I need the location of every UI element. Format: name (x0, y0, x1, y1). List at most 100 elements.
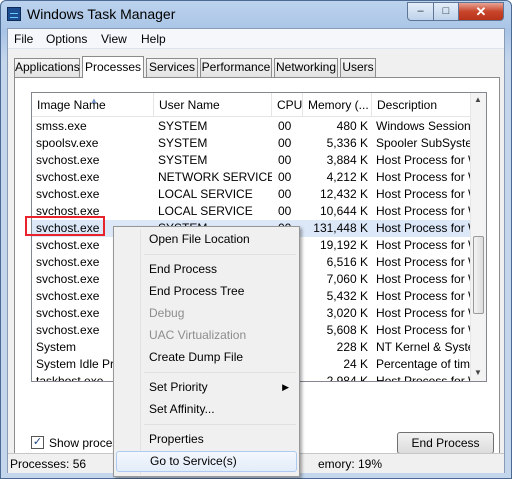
cell-mem: 5,608 K (326, 323, 368, 337)
cell-desc: Host Process for W (376, 238, 472, 252)
cell-mem: 6,516 K (326, 255, 368, 269)
cell-mem: 10,644 K (319, 204, 368, 218)
maximize-button[interactable]: □ (433, 2, 459, 21)
status-memory: emory: 19% (318, 457, 383, 471)
table-row[interactable]: spoolsv.exe SYSTEM 00 5,336 K Spooler SubSys… (32, 135, 472, 152)
menu-view[interactable]: View (101, 32, 127, 46)
cell-cpu: 00 (278, 119, 292, 133)
cell-image: spoolsv.exe (36, 136, 99, 150)
cell-user: LOCAL SERVICE (158, 187, 253, 201)
cell-image: svchost.exe (36, 170, 100, 184)
cell-user: SYSTEM (158, 136, 208, 150)
vertical-scrollbar[interactable]: ▲ ▼ (470, 93, 486, 381)
menu-properties[interactable]: Properties (116, 429, 297, 450)
table-row[interactable]: smss.exe SYSTEM 00 480 K Windows Session M (32, 118, 472, 135)
cell-desc: Host Process for W (376, 272, 472, 286)
cell-desc: Host Process for W (376, 255, 472, 269)
tab-strip: Applications Processes Services Performa… (14, 56, 494, 78)
column-memory[interactable]: Memory (... (303, 93, 372, 117)
menu-end-process-tree[interactable]: End Process Tree (116, 281, 297, 302)
cell-mem: 228 K (336, 340, 368, 354)
sort-ascending-icon: ▲ (90, 96, 98, 105)
menu-set-priority[interactable]: Set Priority ▶ (116, 377, 297, 398)
cell-desc: Spooler SubSystem (376, 136, 472, 150)
menu-create-dump-file[interactable]: Create Dump File (116, 347, 297, 368)
menu-end-process[interactable]: End Process (116, 259, 297, 280)
submenu-arrow-icon: ▶ (282, 382, 289, 392)
cell-cpu: 00 (278, 153, 292, 167)
tab-users[interactable]: Users (340, 58, 376, 77)
table-row[interactable]: svchost.exe SYSTEM 00 3,884 K Host Process f… (32, 152, 472, 169)
cell-cpu: 00 (278, 204, 292, 218)
cell-user: LOCAL SERVICE (158, 204, 253, 218)
cell-desc: NT Kernel & System (376, 340, 472, 354)
tab-processes[interactable]: Processes (82, 56, 144, 78)
tab-networking[interactable]: Networking (274, 58, 338, 77)
table-row[interactable]: svchost.exe NETWORK SERVICE 00 4,212 K Host … (32, 169, 472, 186)
cell-desc: Windows Session M (376, 119, 472, 133)
cell-mem: 5,432 K (326, 289, 368, 303)
cell-desc: Host Process for W (376, 221, 472, 235)
menu-debug: Debug (149, 306, 185, 320)
cell-mem: 24 K (343, 357, 368, 371)
task-manager-icon (7, 7, 21, 21)
cell-desc: Host Process for W (376, 323, 472, 337)
column-description[interactable]: Description (372, 93, 472, 117)
column-cpu[interactable]: CPU (272, 93, 303, 117)
cell-mem: 3,020 K (326, 306, 368, 320)
cell-desc: Host Process for W (376, 153, 472, 167)
menu-go-to-services[interactable]: Go to Service(s) (116, 451, 297, 472)
menu-help[interactable]: Help (141, 32, 166, 46)
cell-desc: Host Process for W (376, 187, 472, 201)
menu-options[interactable]: Options (46, 32, 87, 46)
tab-applications[interactable]: Applications (14, 58, 80, 77)
menu-bar: File Options View Help (8, 29, 504, 49)
context-menu: Open File Location End Process End Proce… (113, 226, 300, 477)
cell-desc: Host Process for W (376, 204, 472, 218)
cell-mem: 131,448 K (313, 221, 368, 235)
menu-uac-virtualization: UAC Virtualization (149, 328, 247, 342)
cell-mem: 7,060 K (326, 272, 368, 286)
tab-performance[interactable]: Performance (200, 58, 272, 77)
cell-user: SYSTEM (158, 119, 208, 133)
cell-image: smss.exe (36, 119, 87, 133)
cell-mem: 480 K (336, 119, 368, 133)
close-button[interactable]: ✕ (458, 2, 504, 21)
show-all-checkbox[interactable]: ✓ (31, 436, 44, 449)
table-row[interactable]: svchost.exe LOCAL SERVICE 00 12,432 K Host P… (32, 186, 472, 203)
cell-mem: 12,432 K (319, 187, 368, 201)
scroll-down-icon[interactable]: ▼ (474, 368, 482, 377)
menu-open-file-location[interactable]: Open File Location (116, 229, 297, 250)
cell-cpu: 00 (278, 170, 292, 184)
process-list-header: ▲ Image Name User Name CPU Memory (... D… (32, 93, 472, 117)
cell-user: SYSTEM (158, 153, 208, 167)
scroll-thumb[interactable] (473, 236, 484, 314)
column-user-name[interactable]: User Name (154, 93, 272, 117)
cell-mem: 3,884 K (326, 153, 368, 167)
end-process-button[interactable]: End Process (397, 432, 494, 454)
cell-desc: Host Process for W (376, 170, 472, 184)
scroll-up-icon[interactable]: ▲ (474, 95, 482, 104)
cell-user: NETWORK SERVICE (158, 170, 272, 184)
cell-desc: Host Process for W (376, 289, 472, 303)
title-bar[interactable]: Windows Task Manager – □ ✕ (1, 1, 511, 27)
window-title: Windows Task Manager (27, 6, 176, 22)
cell-image: svchost.exe (36, 187, 100, 201)
menu-separator (144, 254, 296, 255)
menu-file[interactable]: File (14, 32, 33, 46)
menu-set-priority-label: Set Priority (149, 380, 208, 394)
tab-services[interactable]: Services (146, 58, 198, 77)
status-processes: Processes: 56 (10, 457, 87, 471)
cell-cpu: 00 (278, 136, 292, 150)
cell-desc: Host Process for W (376, 306, 472, 320)
minimize-button[interactable]: – (407, 2, 434, 21)
cell-desc: Percentage of time (376, 357, 472, 371)
column-image-name[interactable]: ▲ Image Name (32, 93, 154, 117)
selected-row-highlight (25, 216, 105, 236)
cell-image: svchost.exe (36, 153, 100, 167)
cell-desc: Host Process for W (376, 374, 472, 382)
cell-mem: 4,212 K (326, 170, 368, 184)
menu-set-affinity[interactable]: Set Affinity... (116, 399, 297, 420)
menu-separator (144, 372, 296, 373)
cell-mem: 2,984 K (326, 374, 368, 382)
